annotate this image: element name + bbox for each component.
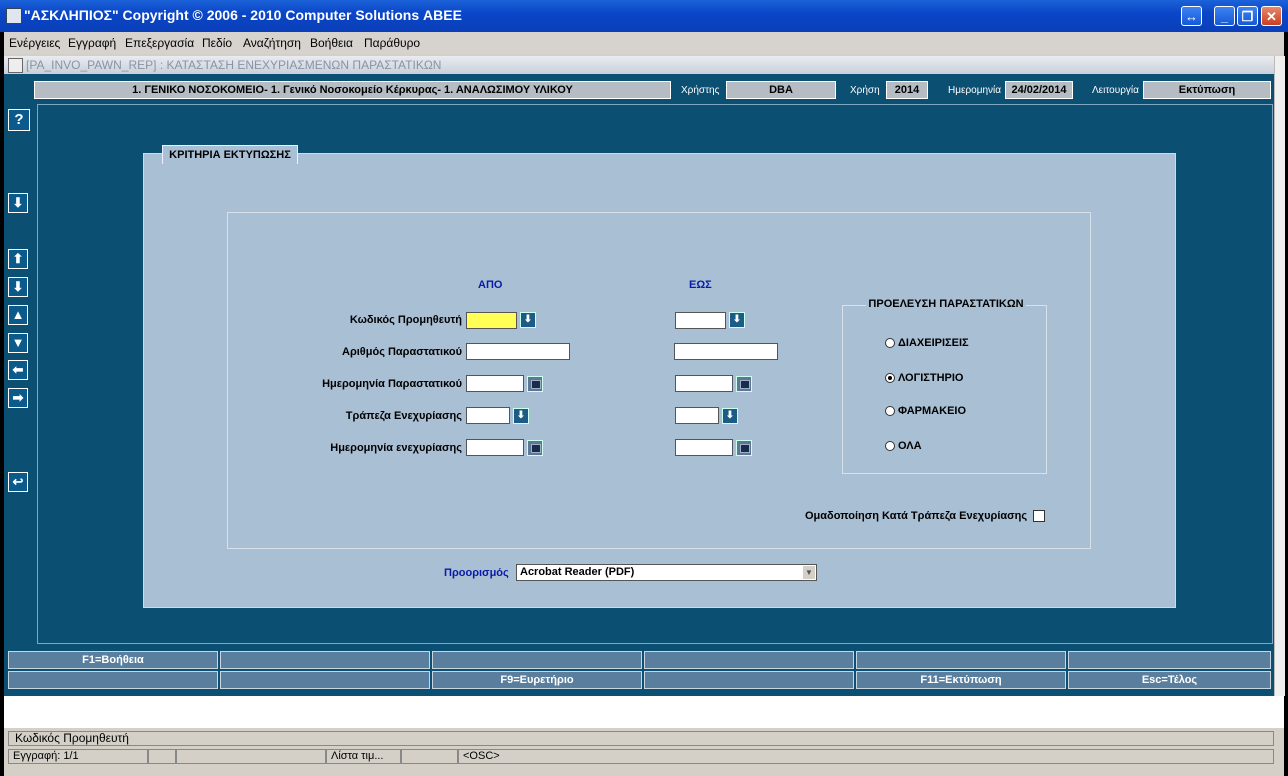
- supplier-code-label: Κωδικός Προμηθευτή: [349, 314, 462, 326]
- chevron-down-icon[interactable]: ▼: [803, 566, 815, 579]
- resize-button[interactable]: ↔: [1181, 6, 1202, 26]
- fkey-empty[interactable]: [432, 651, 642, 669]
- function-field: Εκτύπωση: [1143, 81, 1271, 99]
- form-titlebar: [PA_INVO_PAWN_REP] : ΚΑΤΑΣΤΑΣΗ ΕΝΕΧΥΡΙΑΣ…: [4, 56, 1274, 74]
- status-cell: [401, 749, 458, 764]
- pawn-bank-from-input[interactable]: [466, 407, 510, 424]
- destination-select[interactable]: Acrobat Reader (PDF) ▼: [516, 564, 817, 581]
- criteria-panel-title: ΚΡΙΤΗΡΙΑ ΕΚΤΥΠΩΣΗΣ: [162, 145, 298, 164]
- menu-edit[interactable]: Επεξεργασία: [125, 36, 194, 50]
- fkey-exit[interactable]: Esc=Τέλος: [1068, 671, 1271, 689]
- status-cell: [176, 749, 326, 764]
- origin-option-label: ΟΛΑ: [898, 440, 922, 452]
- origin-radio-all[interactable]: [885, 441, 895, 451]
- origin-radio-pharmacy[interactable]: [885, 406, 895, 416]
- next-block-icon[interactable]: ➡: [8, 388, 28, 408]
- calendar-icon[interactable]: [736, 376, 752, 392]
- vertical-scrollbar[interactable]: [1274, 56, 1285, 696]
- restore-button[interactable]: ❐: [1237, 6, 1258, 26]
- origin-option-label: ΦΑΡΜΑΚΕΙΟ: [898, 405, 967, 417]
- window-title: "ΑΣΚΛΗΠΙΟΣ" Copyright © 2006 - 2010 Comp…: [24, 7, 462, 23]
- origin-option-label: ΔΙΑΧΕΙΡΙΣΕΙΣ: [898, 337, 969, 349]
- fkey-empty[interactable]: [644, 651, 854, 669]
- minimize-button[interactable]: _: [1214, 6, 1235, 26]
- to-column-label: ΕΩΣ: [689, 279, 712, 291]
- field-hint: Κωδικός Προμηθευτή: [8, 731, 1274, 746]
- pawn-date-from-input[interactable]: [466, 439, 524, 456]
- document-number-from-input[interactable]: [466, 343, 570, 360]
- menu-record[interactable]: Εγγραφή: [68, 36, 116, 50]
- supplier-code-from-lov-icon[interactable]: ⬇: [520, 312, 536, 328]
- year-field: 2014: [886, 81, 928, 99]
- from-column-label: ΑΠΟ: [478, 279, 503, 291]
- fkey-help[interactable]: F1=Βοήθεια: [8, 651, 218, 669]
- fkey-empty[interactable]: [8, 671, 218, 689]
- form-icon: [8, 58, 23, 73]
- menu-bar: Ενέργειες Εγγραφή Επεξεργασία Πεδίο Αναζ…: [4, 32, 1284, 54]
- date-label: Ημερομηνία: [948, 85, 1002, 96]
- user-field: DBA: [726, 81, 836, 99]
- status-cell: [148, 749, 176, 764]
- origin-radio-management[interactable]: [885, 338, 895, 348]
- supplier-code-from-input[interactable]: [466, 312, 517, 329]
- pawn-date-to-input[interactable]: [675, 439, 733, 456]
- pawn-date-label: Ημερομηνία ενεχυρίασης: [330, 442, 462, 454]
- origin-group-box: [842, 305, 1047, 474]
- group-by-bank-checkbox[interactable]: [1033, 510, 1045, 522]
- destination-value: Acrobat Reader (PDF): [520, 566, 635, 578]
- pawn-bank-to-input[interactable]: [675, 407, 719, 424]
- last-record-icon[interactable]: ⬇: [8, 277, 28, 297]
- menu-field[interactable]: Πεδίο: [202, 36, 232, 50]
- function-label: Λειτουργία: [1092, 85, 1139, 96]
- origin-group-title: ΠΡΟΕΛΕΥΣΗ ΠΑΡΑΣΤΑΤΙΚΩΝ: [866, 298, 1026, 312]
- fkey-empty[interactable]: [856, 651, 1066, 669]
- osc-indicator: <OSC>: [458, 749, 1274, 764]
- help-icon[interactable]: ?: [8, 109, 30, 131]
- organization-field: 1. ΓΕΝΙΚΟ ΝΟΣΟΚΟΜΕΙΟ- 1. Γενικό Νοσοκομε…: [34, 81, 671, 99]
- document-number-label: Αριθμός Παραστατικού: [342, 346, 462, 358]
- form-title: [PA_INVO_PAWN_REP] : ΚΑΤΑΣΤΑΣΗ ΕΝΕΧΥΡΙΑΣ…: [26, 58, 442, 72]
- fkey-empty[interactable]: [1068, 651, 1271, 669]
- pawn-bank-to-lov-icon[interactable]: ⬇: [722, 408, 738, 424]
- fkey-empty[interactable]: [220, 651, 430, 669]
- destination-label: Προορισμός: [444, 567, 509, 579]
- fkey-empty[interactable]: [220, 671, 430, 689]
- previous-record-icon[interactable]: ▲: [8, 305, 28, 325]
- next-record-icon[interactable]: ▼: [8, 333, 28, 353]
- menu-actions[interactable]: Ενέργειες: [9, 36, 60, 50]
- fkey-empty[interactable]: [644, 671, 854, 689]
- year-label: Χρήση: [850, 85, 880, 96]
- menu-window[interactable]: Παράθυρο: [364, 36, 420, 50]
- list-of-values-icon[interactable]: ⬇: [8, 193, 28, 213]
- date-field: 24/02/2014: [1005, 81, 1073, 99]
- menu-help[interactable]: Βοήθεια: [310, 36, 353, 50]
- record-counter: Εγγραφή: 1/1: [8, 749, 148, 764]
- undo-icon[interactable]: ↩: [8, 472, 28, 492]
- document-date-label: Ημερομηνία Παραστατικού: [322, 378, 462, 390]
- blank-area: [4, 696, 1284, 728]
- calendar-icon[interactable]: [527, 440, 543, 456]
- user-label: Χρήστης: [681, 85, 720, 96]
- menu-search[interactable]: Αναζήτηση: [243, 36, 301, 50]
- calendar-icon[interactable]: [527, 376, 543, 392]
- supplier-code-to-lov-icon[interactable]: ⬇: [729, 312, 745, 328]
- supplier-code-to-input[interactable]: [675, 312, 726, 329]
- document-date-to-input[interactable]: [675, 375, 733, 392]
- fkey-index[interactable]: F9=Ευρετήριο: [432, 671, 642, 689]
- origin-radio-accounting[interactable]: [885, 373, 895, 383]
- group-by-bank-label: Ομαδοποίηση Κατά Τράπεζα Ενεχυρίασης: [805, 510, 1028, 522]
- first-record-icon[interactable]: ⬆: [8, 249, 28, 269]
- window-titlebar[interactable]: "ΑΣΚΛΗΠΙΟΣ" Copyright © 2006 - 2010 Comp…: [0, 0, 1288, 32]
- pawn-bank-label: Τράπεζα Ενεχυρίασης: [345, 410, 462, 422]
- calendar-icon[interactable]: [736, 440, 752, 456]
- app-icon: [6, 8, 22, 24]
- list-of-values-indicator: Λίστα τιμ...: [326, 749, 401, 764]
- previous-block-icon[interactable]: ⬅: [8, 360, 28, 380]
- close-button[interactable]: ✕: [1261, 6, 1282, 26]
- origin-option-label: ΛΟΓΙΣΤΗΡΙΟ: [898, 372, 964, 384]
- document-number-to-input[interactable]: [674, 343, 778, 360]
- pawn-bank-from-lov-icon[interactable]: ⬇: [513, 408, 529, 424]
- fkey-print[interactable]: F11=Εκτύπωση: [856, 671, 1066, 689]
- document-date-from-input[interactable]: [466, 375, 524, 392]
